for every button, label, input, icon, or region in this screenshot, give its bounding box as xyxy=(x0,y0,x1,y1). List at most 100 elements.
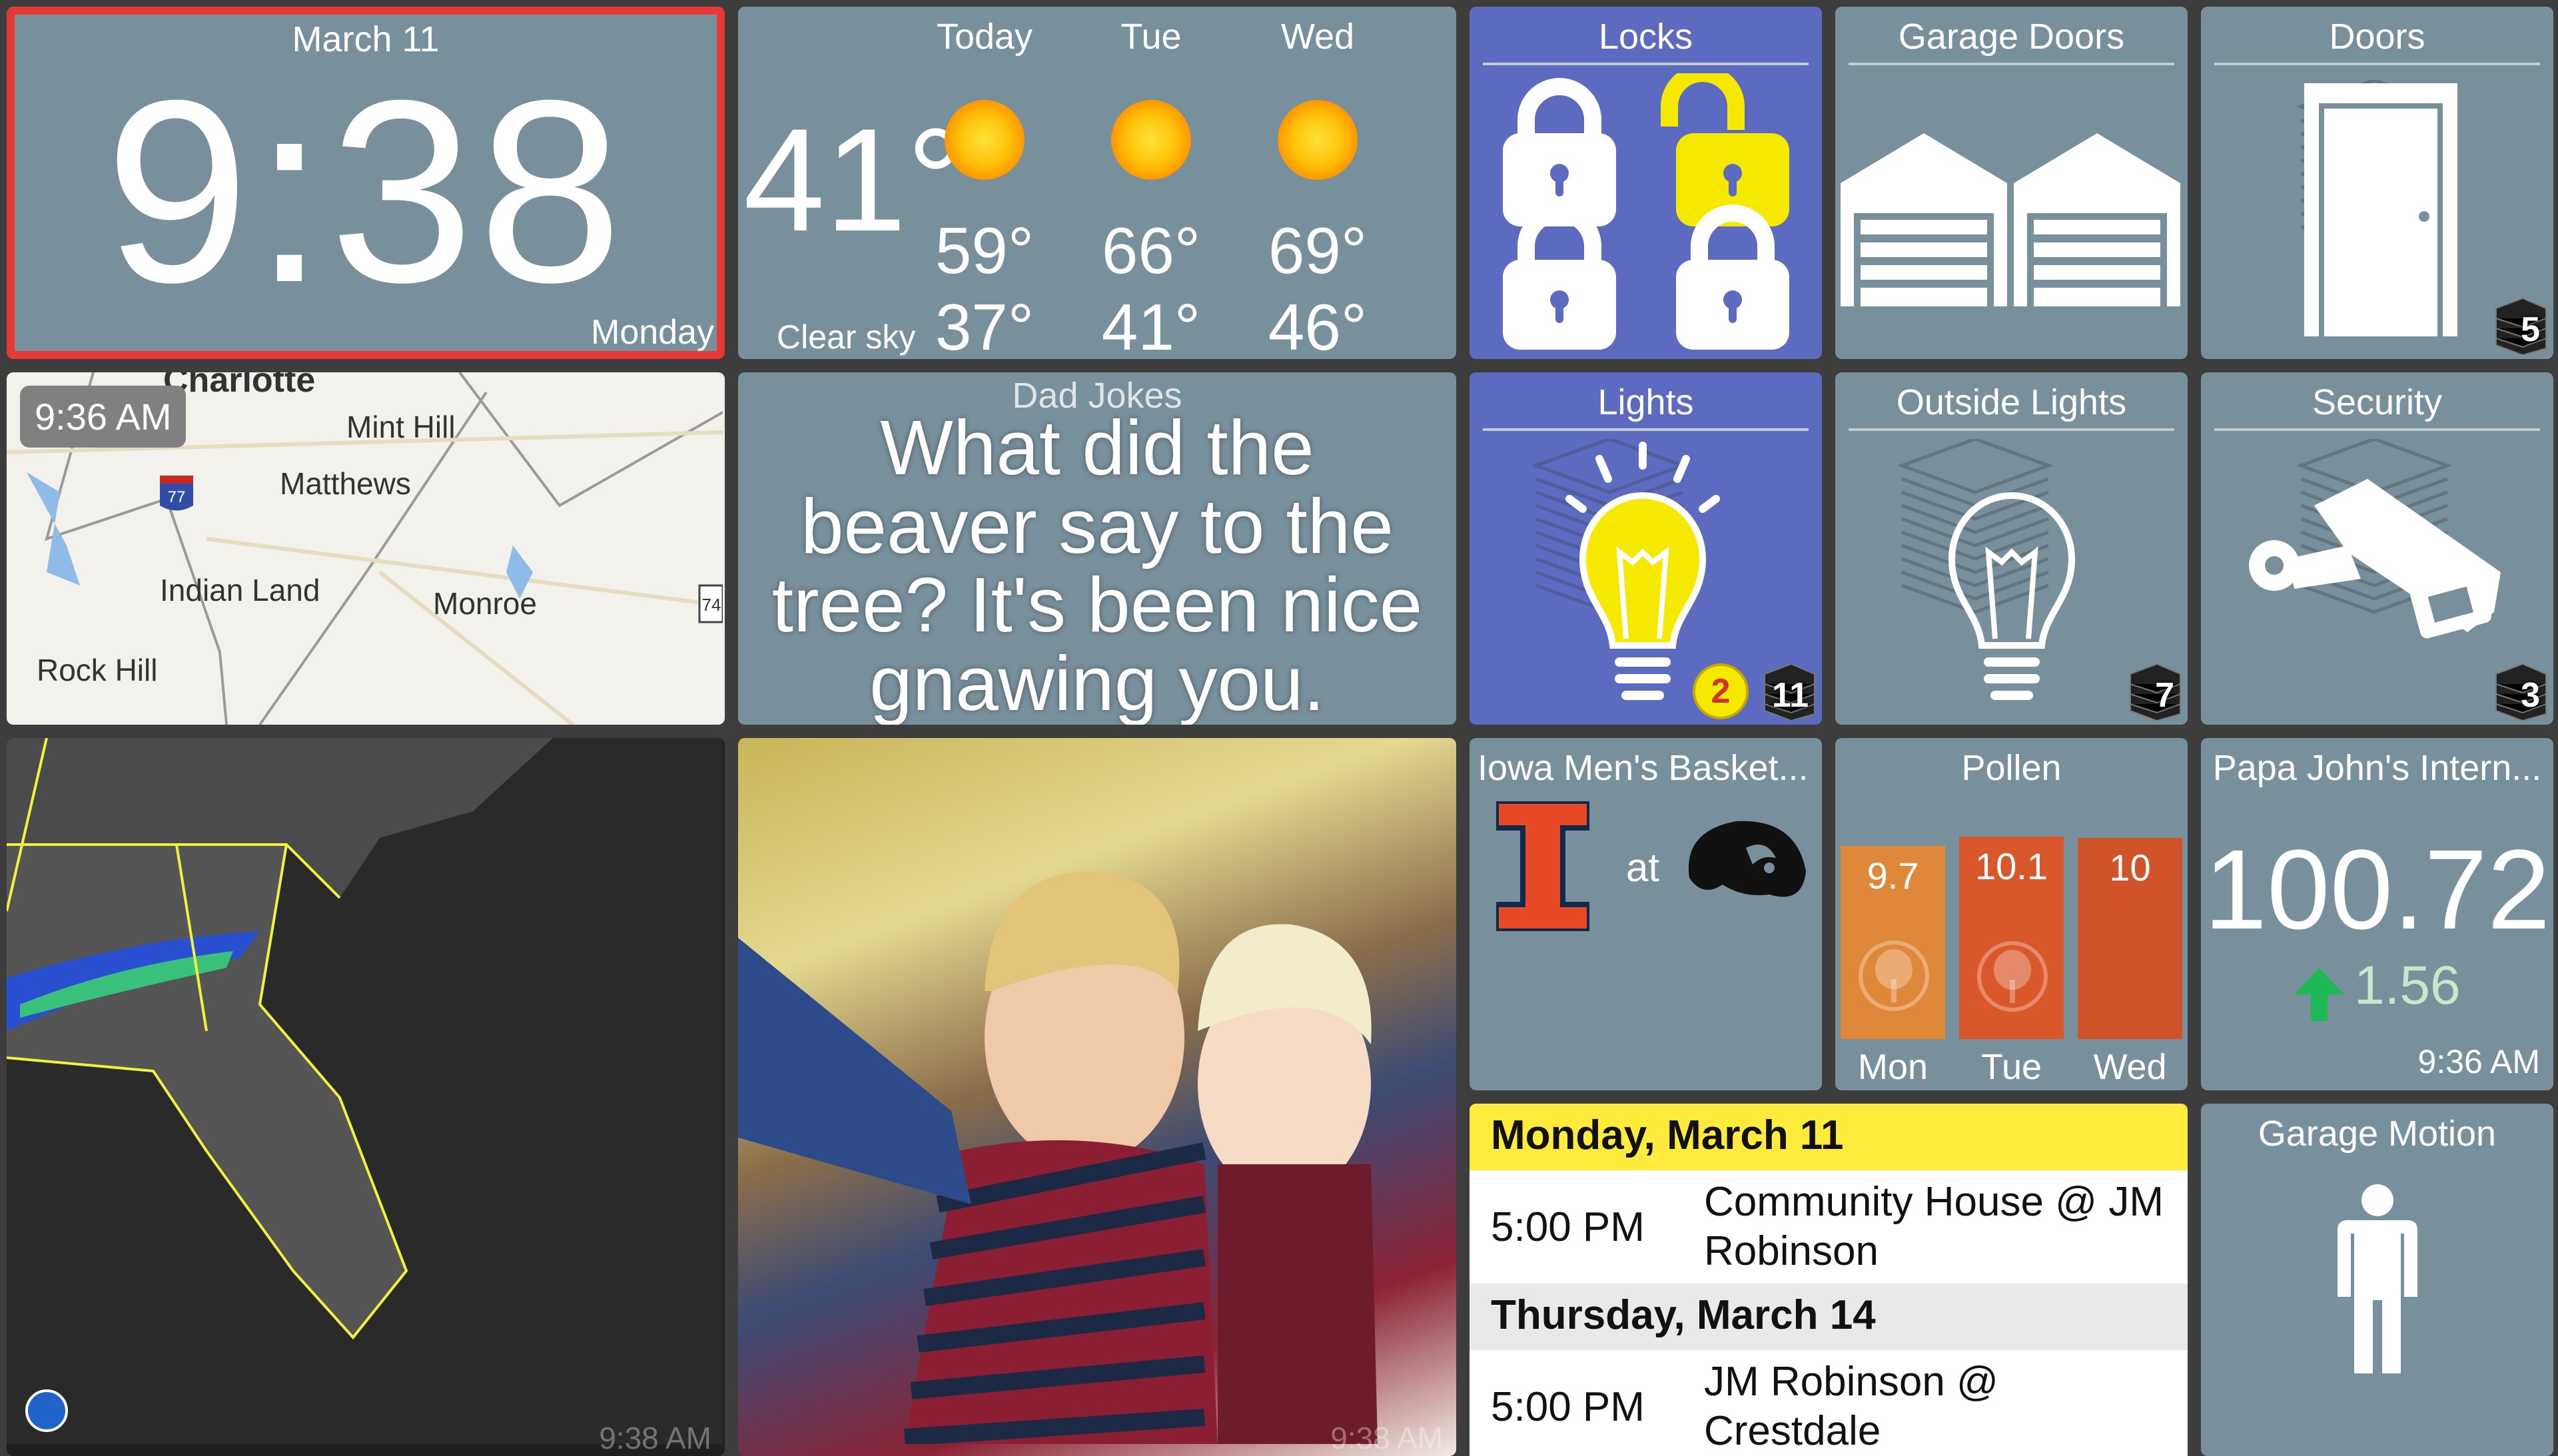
event-title: Community House @ JM Robinson xyxy=(1704,1179,2164,1274)
forecast-low: 41° xyxy=(1101,290,1201,359)
clock-tile[interactable]: March 11 9:38 Monday xyxy=(7,7,725,359)
divider xyxy=(1483,63,1809,65)
divider xyxy=(1849,63,2174,65)
versus-label: at xyxy=(1626,845,1660,890)
pollen-bar: 9.7 xyxy=(1841,846,1945,1039)
photo-timestamp: 9:38 AM xyxy=(1330,1421,1443,1455)
weather-condition: Clear sky xyxy=(777,318,916,356)
tile-title: Dad Jokes xyxy=(1012,376,1182,416)
tree-icon xyxy=(1977,941,2048,1012)
tile-title: Pollen xyxy=(1961,748,2062,788)
sports-score-tile[interactable]: Iowa Men's Basket... at xyxy=(1470,738,1822,1090)
traffic-map-tile[interactable]: 77 74 Charlotte Mint Hill Matthews India… xyxy=(7,372,725,725)
security-tile[interactable]: Security 3 xyxy=(2201,372,2553,725)
map-label: Rock Hill xyxy=(37,653,158,687)
svg-text:77: 77 xyxy=(168,488,186,506)
device-count-badge: 5 xyxy=(2489,288,2549,356)
device-count-badge: 7 xyxy=(2124,654,2184,721)
locks-tile[interactable]: Locks xyxy=(1470,7,1822,359)
us-route-shield-icon: 74 xyxy=(698,584,723,623)
dashboard: March 11 9:38 Monday 41° Clear sky Today… xyxy=(7,7,2553,1456)
divider xyxy=(2214,63,2540,65)
stock-change: 1.56 xyxy=(2354,955,2461,1016)
clock-time: 9:38 xyxy=(105,46,627,336)
pollen-day: Mon xyxy=(1857,1047,1928,1087)
person-icon xyxy=(2338,1184,2417,1373)
family-photo xyxy=(738,871,1378,1444)
map-label: Matthews xyxy=(280,466,411,501)
arrow-up-icon xyxy=(2294,968,2344,1021)
forecast-day: Wed xyxy=(1280,17,1355,57)
radar-image xyxy=(7,738,723,1444)
calendar-date-header: Monday, March 11 xyxy=(1470,1104,2188,1170)
locked-icon xyxy=(1503,204,1616,350)
tile-title: Iowa Men's Basket... xyxy=(1478,748,1809,788)
map-timestamp: 9:36 AM xyxy=(20,386,187,448)
calendar-event[interactable]: 5:00 PM JM Robinson @ Crestdale xyxy=(1470,1350,2188,1456)
tile-title: Security xyxy=(2312,382,2443,422)
garage-motion-tile[interactable]: Garage Motion xyxy=(2201,1104,2553,1456)
radar-timestamp: 9:38 AM xyxy=(599,1421,711,1455)
tile-title: Lights xyxy=(1597,382,1694,422)
tile-title: Garage Doors xyxy=(1898,17,2125,57)
photo-tile[interactable]: 9:38 AM xyxy=(738,738,1456,1456)
divider xyxy=(2214,428,2540,431)
tree-icon xyxy=(1859,940,1929,1011)
stock-timestamp: 9:36 AM xyxy=(2417,1043,2540,1080)
garage-door-icon xyxy=(1841,133,2180,306)
tile-title: Garage Motion xyxy=(2258,1114,2497,1154)
tile-title: Doors xyxy=(2329,17,2425,57)
forecast-high: 69° xyxy=(1268,214,1368,287)
lights-tile[interactable]: Lights 2 11 xyxy=(1470,372,1822,725)
pollen-bar: 10.1 xyxy=(1959,837,2064,1039)
locked-icon xyxy=(1676,204,1789,350)
calendar-tile[interactable]: Monday, March 11 5:00 PM Community House… xyxy=(1470,1104,2188,1456)
pollen-day: Wed xyxy=(2093,1047,2167,1087)
weather-radar-tile[interactable]: 9:38 AM xyxy=(7,738,725,1456)
forecast-day: Tue xyxy=(1120,17,1182,57)
map-label: Monroe xyxy=(433,586,537,621)
dad-jokes-tile[interactable]: Dad Jokes What did the beaver say to the… xyxy=(738,372,1456,725)
outside-lights-tile[interactable]: Outside Lights 7 xyxy=(1835,372,2188,725)
calendar-date-header: Thursday, March 14 xyxy=(1470,1283,2188,1350)
forecast-day: Today xyxy=(936,17,1033,57)
sun-icon xyxy=(1278,100,1358,180)
doors-tile[interactable]: Doors 5 xyxy=(2201,7,2553,359)
pollen-tile[interactable]: Pollen 9.7 10.1 10 Mon Tue Wed xyxy=(1835,738,2188,1090)
svg-text:74: 74 xyxy=(702,595,721,615)
stock-tile[interactable]: Papa John's Intern... 100.72 1.56 9:36 A… xyxy=(2201,738,2553,1090)
forecast-low: 37° xyxy=(935,290,1035,359)
weather-tile[interactable]: 41° Clear sky Today 59° 37° Tue 66° 41° … xyxy=(738,7,1456,359)
device-count-badge: 3 xyxy=(2489,654,2549,721)
lock-icons xyxy=(1503,73,1789,350)
garage-doors-tile[interactable]: Garage Doors xyxy=(1835,7,2188,359)
map-label: Charlotte xyxy=(163,372,316,400)
calendar-event[interactable]: 5:00 PM Community House @ JM Robinson xyxy=(1470,1170,2188,1283)
unlocked-icon xyxy=(1661,73,1789,226)
iowa-hawkeye-logo-icon xyxy=(1688,821,1806,897)
tile-title: Outside Lights xyxy=(1896,382,2127,422)
door-icon xyxy=(2304,83,2457,336)
tile-title: Locks xyxy=(1598,17,1693,57)
stock-price: 100.72 xyxy=(2204,827,2551,953)
map-label: Indian Land xyxy=(160,573,320,607)
event-time: 5:00 PM xyxy=(1491,1383,1645,1430)
pollen-day: Tue xyxy=(1980,1047,2042,1087)
event-time: 5:00 PM xyxy=(1491,1204,1645,1250)
lights-on-badge: 2 xyxy=(1693,663,1749,719)
lightbulb-off-icon xyxy=(1948,492,2076,700)
event-title: JM Robinson @ Crestdale xyxy=(1704,1359,1998,1454)
interstate-shield-icon: 77 xyxy=(160,476,193,511)
clock-weekday: Monday xyxy=(591,313,714,352)
sun-icon xyxy=(1111,100,1191,180)
pollen-bar: 10 xyxy=(2078,838,2182,1039)
forecast-low: 46° xyxy=(1268,290,1368,359)
tile-title: Papa John's Intern... xyxy=(2212,748,2542,788)
illinois-logo-icon xyxy=(1496,801,1589,931)
forecast-high: 59° xyxy=(935,214,1035,287)
divider xyxy=(1483,428,1809,431)
map-label: Mint Hill xyxy=(346,410,456,444)
sun-icon xyxy=(945,100,1025,180)
divider xyxy=(1849,428,2174,431)
forecast-high: 66° xyxy=(1101,214,1201,287)
